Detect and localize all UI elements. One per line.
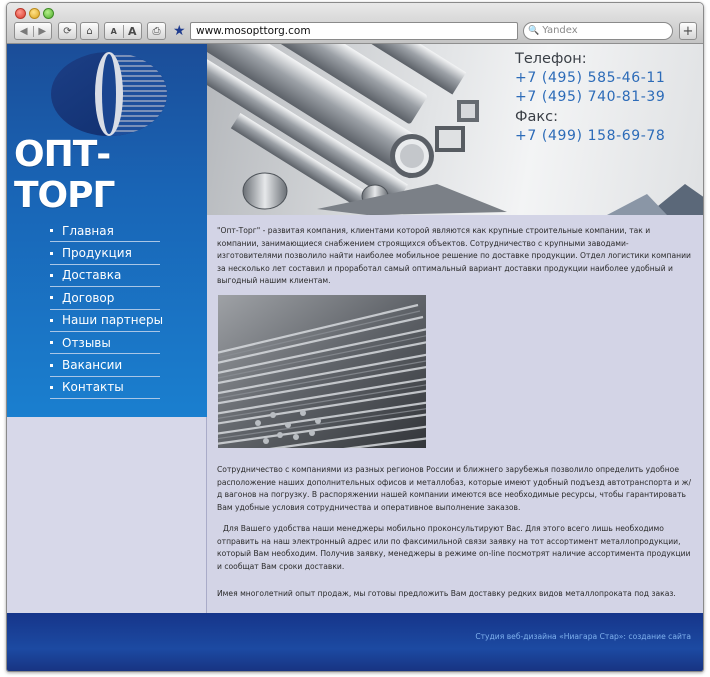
bullet-icon — [50, 363, 53, 367]
search-icon: 🔍 — [528, 26, 540, 36]
studio-credit-link[interactable]: Студия веб-дизайна «Ниагара Стар»: созда… — [475, 632, 691, 641]
bullet-icon — [50, 385, 53, 389]
new-tab-button[interactable]: + — [679, 22, 697, 40]
sidebar-lower-panel — [7, 417, 207, 613]
experience-paragraph: Имея многолетний опыт продаж, мы готовы … — [217, 589, 676, 598]
rebar-photo — [218, 295, 426, 448]
bullet-icon — [50, 318, 53, 322]
footer: Студия веб-дизайна «Ниагара Стар»: созда… — [7, 613, 703, 671]
bookmark-star-icon[interactable]: ★ — [173, 22, 187, 40]
search-field[interactable]: 🔍 Yandex — [523, 22, 673, 40]
phone-number-1[interactable]: +7 (495) 585-46-11 — [515, 69, 703, 88]
browser-toolbar: ◀ ▶ ⟳ ⌂ A A ⎙ ★ www.mosopttorg.com 🔍 Yand… — [7, 3, 703, 44]
nav-link[interactable]: Отзывы — [62, 336, 111, 350]
nav-link[interactable]: Вакансии — [62, 358, 122, 372]
bullet-icon — [50, 296, 53, 300]
nav-link[interactable]: Контакты — [62, 380, 124, 394]
nav-item-contract[interactable]: Договор — [50, 287, 160, 310]
zoom-window-button[interactable] — [43, 8, 54, 19]
nav-link[interactable]: Наши партнеры — [62, 313, 163, 327]
text-smaller-button[interactable]: A — [105, 27, 123, 36]
main-nav: Главная Продукция Доставка Договор Наши … — [50, 220, 163, 400]
bullet-icon — [50, 341, 53, 345]
print-button[interactable]: ⎙ — [147, 22, 166, 40]
nav-item-contacts[interactable]: Контакты — [50, 377, 160, 400]
text-size-buttons: A A — [104, 22, 142, 40]
home-icon: ⌂ — [86, 25, 93, 37]
header-banner: Телефон: +7 (495) 585-46-11 +7 (495) 740… — [207, 44, 703, 215]
nav-item-products[interactable]: Продукция — [50, 242, 160, 265]
minimize-window-button[interactable] — [29, 8, 40, 19]
back-forward-buttons: ◀ ▶ — [14, 22, 52, 40]
nav-item-home[interactable]: Главная — [50, 220, 160, 243]
nav-item-vacancies[interactable]: Вакансии — [50, 354, 160, 377]
intro-paragraph: "Опт-Торг" - развитая компания, клиентам… — [217, 226, 691, 286]
home-button[interactable]: ⌂ — [80, 22, 99, 40]
nav-link[interactable]: Доставка — [62, 268, 121, 282]
search-placeholder: Yandex — [542, 25, 578, 36]
bullet-icon — [50, 273, 53, 277]
browser-window: ◀ ▶ ⟳ ⌂ A A ⎙ ★ www.mosopttorg.com 🔍 Yand… — [6, 2, 704, 672]
nav-link[interactable]: Продукция — [62, 246, 132, 260]
logo-emblem-icon[interactable] — [42, 50, 177, 138]
nav-item-reviews[interactable]: Отзывы — [50, 332, 160, 355]
nav-item-partners[interactable]: Наши партнеры — [50, 310, 163, 332]
forward-icon[interactable]: ▶ — [32, 25, 52, 37]
nav-link[interactable]: Главная — [62, 224, 114, 238]
fax-number[interactable]: +7 (499) 158-69-78 — [515, 127, 703, 146]
phone-label: Телефон: — [515, 51, 587, 67]
logo-text[interactable]: ОПТ-ТОРГ — [14, 134, 204, 216]
text-bigger-button[interactable]: A — [122, 24, 142, 38]
address-text: www.mosopttorg.com — [196, 25, 311, 37]
nav-link[interactable]: Договор — [62, 291, 114, 305]
reload-button[interactable]: ⟳ — [58, 22, 77, 40]
phone-number-2[interactable]: +7 (495) 740-81-39 — [515, 88, 703, 107]
sidebar: ОПТ-ТОРГ Главная Продукция Доставка Дого… — [7, 44, 207, 417]
bullet-icon — [50, 251, 53, 255]
fax-label: Факс: — [515, 109, 558, 125]
web-page: ОПТ-ТОРГ Главная Продукция Доставка Дого… — [7, 44, 703, 671]
bullet-icon — [50, 229, 53, 233]
main-content: "Опт-Торг" - развитая компания, клиентам… — [208, 215, 703, 613]
back-icon[interactable]: ◀ — [15, 26, 33, 37]
print-icon: ⎙ — [152, 25, 161, 37]
address-bar[interactable]: www.mosopttorg.com — [190, 22, 518, 40]
cooperation-paragraph: Сотрудничество с компаниями из разных ре… — [217, 465, 692, 512]
nav-item-delivery[interactable]: Доставка — [50, 265, 160, 288]
reload-icon: ⟳ — [63, 25, 72, 37]
close-window-button[interactable] — [15, 8, 26, 19]
managers-paragraph: Для Вашего удобства наши менеджеры мобил… — [217, 524, 691, 571]
contact-block: Телефон: +7 (495) 585-46-11 +7 (495) 740… — [515, 50, 703, 146]
